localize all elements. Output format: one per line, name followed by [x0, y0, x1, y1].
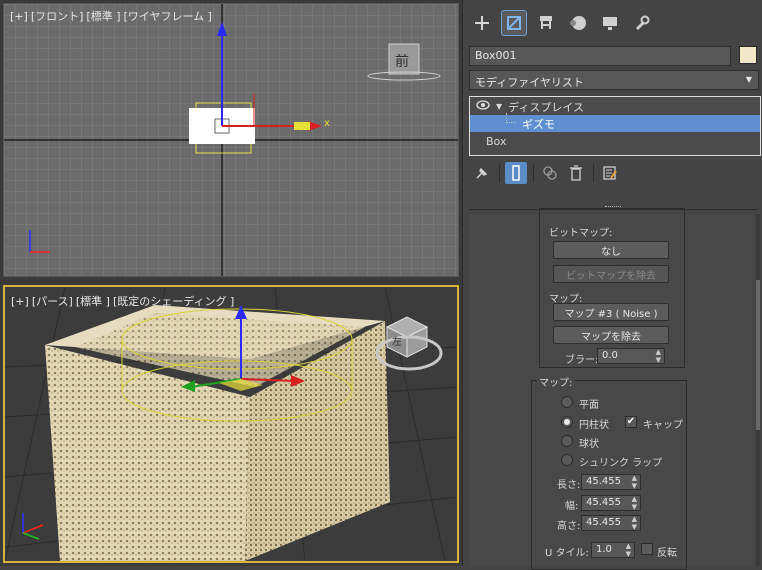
- length-label: 長さ:: [557, 480, 581, 491]
- stack-item-label: Box: [486, 135, 507, 148]
- shrinkwrap-label: シュリンク ラップ: [579, 458, 663, 469]
- viewport-area: [+] [フロント] [標準 ] [ワイヤフレーム ] 前 x [+] [パース…: [0, 0, 462, 566]
- modify-icon[interactable]: [501, 10, 527, 36]
- object-color-swatch[interactable]: [739, 46, 757, 64]
- planar-radio[interactable]: [561, 396, 573, 408]
- u-tile-value: 1.0: [596, 544, 612, 555]
- panel-scrollbar-thumb[interactable]: [756, 280, 760, 430]
- stack-toolbar: [469, 162, 759, 186]
- stack-item-label: ギズモ: [522, 117, 555, 131]
- toolbar-divider: [533, 164, 534, 182]
- object-name-field[interactable]: Box001: [469, 46, 731, 66]
- spherical-label: 球状: [579, 439, 599, 450]
- viewcube-face-label[interactable]: 前: [395, 51, 409, 71]
- x-axis-label: x: [324, 118, 330, 129]
- toolbar-divider: [593, 164, 594, 182]
- perspective-viewport[interactable]: [+] [パース] [標準 ] [既定のシェーディング ] 左: [3, 285, 459, 563]
- map-button[interactable]: マップ #3 ( Noise ): [553, 303, 669, 321]
- command-panel-tabs: [467, 8, 757, 38]
- length-spinner[interactable]: 45.455 ▲ ▼: [581, 474, 641, 490]
- create-icon[interactable]: [469, 10, 495, 36]
- blur-value: 0.0: [602, 350, 618, 361]
- spinner-arrows-icon[interactable]: ▲ ▼: [632, 474, 637, 490]
- modifier-list-dropdown[interactable]: モディファイヤリスト ▼: [469, 70, 759, 90]
- configure-modifier-sets-icon[interactable]: [599, 162, 621, 184]
- spinner-arrows-icon[interactable]: ▲ ▼: [632, 495, 637, 511]
- expand-triangle-icon[interactable]: ▼: [496, 102, 502, 111]
- cap-checkbox[interactable]: ✔: [625, 416, 637, 428]
- eye-icon[interactable]: [476, 100, 490, 113]
- cylindrical-label: 円柱状: [579, 420, 609, 431]
- spinner-arrows-icon[interactable]: ▲ ▼: [626, 542, 631, 558]
- front-viewport-label[interactable]: [+] [フロント] [標準 ] [ワイヤフレーム ]: [10, 8, 215, 24]
- toolbar-divider: [499, 164, 500, 182]
- mapping-group-title: マップ:: [537, 374, 575, 389]
- planar-label: 平面: [579, 400, 599, 411]
- length-value: 45.455: [586, 476, 621, 487]
- stack-item-label: ディスプレイス: [508, 100, 585, 114]
- perspective-viewport-label[interactable]: [+] [パース] [標準 ] [既定のシェーディング ]: [11, 293, 237, 309]
- tree-connector: [506, 113, 516, 123]
- stack-item-box[interactable]: Box: [470, 133, 760, 150]
- blur-spinner[interactable]: 0.0 ▲ ▼: [597, 348, 665, 364]
- hierarchy-icon[interactable]: [533, 10, 559, 36]
- u-flip-label: 反転: [657, 548, 677, 559]
- trash-icon[interactable]: [565, 162, 587, 184]
- modifier-list-label: モディファイヤリスト: [475, 76, 584, 89]
- front-viewport[interactable]: [+] [フロント] [標準 ] [ワイヤフレーム ] 前 x: [3, 3, 459, 277]
- command-panel: Box001 モディファイヤリスト ▼ ▼ ディスプレイス ギズモ Box ビッ…: [462, 0, 762, 570]
- spherical-radio[interactable]: [561, 435, 573, 447]
- shrinkwrap-radio[interactable]: [561, 454, 573, 466]
- spinner-arrows-icon[interactable]: ▲ ▼: [632, 515, 637, 531]
- show-end-result-icon[interactable]: [505, 162, 527, 184]
- modifier-parameters-rollout: ビットマップ: なし ビットマップを除去 マップ: マップ #3 ( Noise…: [469, 208, 753, 570]
- remove-bitmap-button[interactable]: ビットマップを除去: [553, 265, 669, 283]
- cylindrical-radio[interactable]: [561, 416, 573, 428]
- width-value: 45.455: [586, 497, 621, 508]
- blur-label: ブラー:: [565, 355, 599, 366]
- cap-label: キャップ: [643, 420, 683, 431]
- front-viewport-grid: [4, 4, 458, 276]
- u-tile-label: U タイル:: [545, 548, 589, 559]
- width-label: 幅:: [565, 501, 579, 512]
- remove-map-button[interactable]: マップを除去: [553, 326, 669, 344]
- make-unique-icon[interactable]: [539, 162, 561, 184]
- utilities-icon[interactable]: [629, 10, 655, 36]
- width-spinner[interactable]: 45.455 ▲ ▼: [581, 495, 641, 511]
- motion-icon[interactable]: [565, 10, 591, 36]
- viewcube-face-label[interactable]: 左: [392, 333, 402, 348]
- u-tile-spinner[interactable]: 1.0 ▲ ▼: [591, 542, 635, 558]
- height-spinner[interactable]: 45.455 ▲ ▼: [581, 515, 641, 531]
- bitmap-none-button[interactable]: なし: [553, 241, 669, 259]
- display-icon[interactable]: [597, 10, 623, 36]
- height-label: 高さ:: [557, 521, 581, 532]
- spinner-arrows-icon[interactable]: ▲ ▼: [656, 348, 661, 364]
- chevron-down-icon: ▼: [745, 75, 752, 84]
- height-value: 45.455: [586, 517, 621, 528]
- pin-stack-icon[interactable]: [471, 162, 493, 184]
- modifier-stack: ▼ ディスプレイス ギズモ Box: [469, 96, 761, 156]
- bitmap-label: ビットマップ:: [549, 228, 613, 239]
- u-flip-checkbox[interactable]: [641, 543, 653, 555]
- perspective-scene: [5, 287, 457, 561]
